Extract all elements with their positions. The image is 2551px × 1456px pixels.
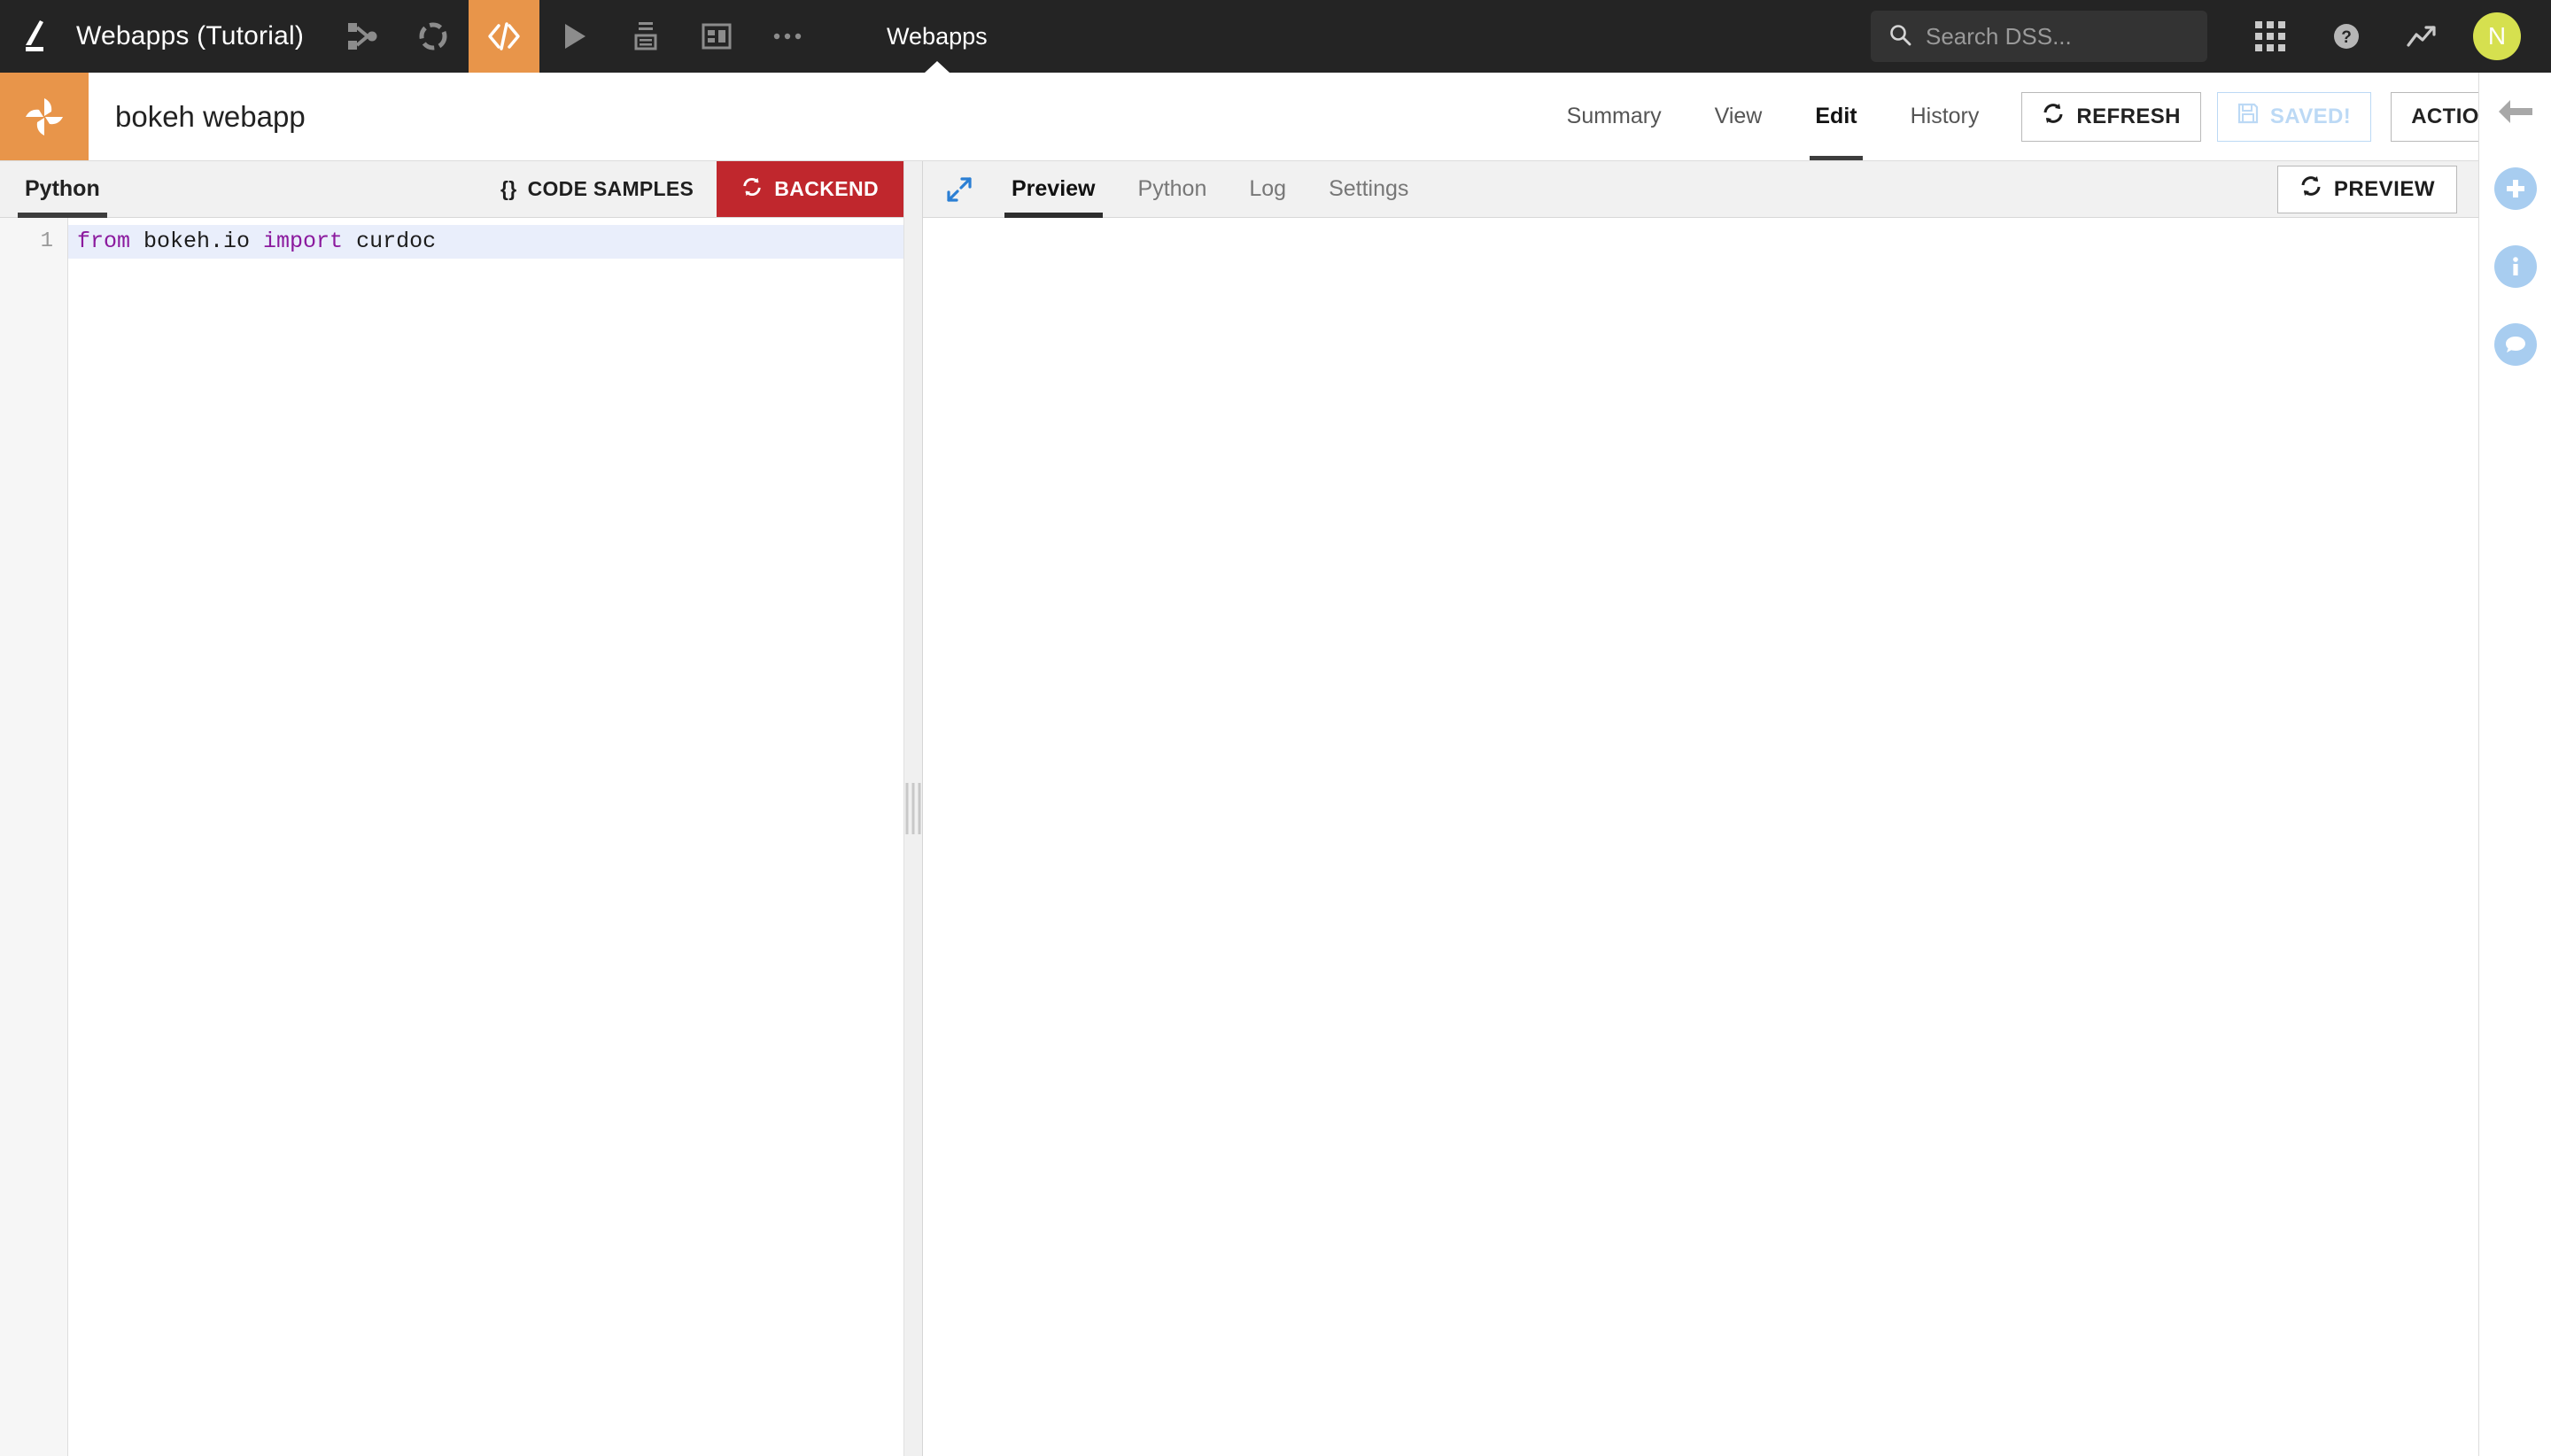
dataiku-logo-icon[interactable] — [0, 0, 76, 73]
backend-button-label: BACKEND — [774, 177, 879, 200]
tab-summary[interactable]: Summary — [1540, 73, 1688, 160]
preview-button-label: PREVIEW — [2333, 176, 2435, 201]
code-token-plain: bokeh.io — [130, 228, 264, 254]
saved-button[interactable]: SAVED! — [2216, 91, 2372, 142]
tab-history[interactable]: History — [1884, 73, 2006, 160]
code-icon[interactable] — [469, 0, 540, 73]
code-samples-button[interactable]: {} CODE SAMPLES — [477, 161, 717, 217]
editor-toolbar-right: {} CODE SAMPLES BACKEND — [477, 161, 903, 217]
layout-icon[interactable] — [681, 0, 752, 73]
refresh-icon — [2042, 102, 2065, 131]
info-icon[interactable] — [2493, 245, 2537, 288]
section-caret-icon — [924, 61, 950, 73]
app-subheader: bokeh webapp Summary View Edit History R… — [0, 73, 2551, 161]
preview-tab-log[interactable]: Log — [1228, 161, 1307, 217]
code-token-keyword: import — [263, 228, 344, 254]
activity-trend-icon[interactable] — [2384, 0, 2461, 73]
tab-view[interactable]: View — [1688, 73, 1789, 160]
nav-section-label-text: Webapps — [887, 22, 988, 50]
line-number: 1 — [40, 229, 53, 253]
splitter-grip-icon — [905, 783, 921, 834]
search-box[interactable] — [1871, 11, 2207, 62]
save-icon — [2237, 103, 2259, 130]
code-editor-panel: Python {} CODE SAMPLES BACKEND 1 from bo… — [0, 161, 903, 1456]
subheader-actions: Summary View Edit History REFRESH SAVED!… — [1540, 73, 2551, 160]
nav-icon-group — [327, 0, 823, 73]
preview-toolbar: Preview Python Log Settings PREVIEW — [923, 161, 2478, 218]
preview-body[interactable] — [923, 218, 2478, 1456]
preview-tab-preview[interactable]: Preview — [990, 161, 1117, 218]
lab-icon[interactable] — [610, 0, 681, 73]
back-arrow-icon[interactable] — [2496, 96, 2535, 132]
discussions-icon[interactable] — [2493, 323, 2537, 366]
project-title[interactable]: Webapps (Tutorial) — [76, 0, 327, 73]
help-icon[interactable]: ? — [2308, 0, 2384, 73]
refresh-button[interactable]: REFRESH — [2021, 91, 2201, 142]
editor-tab-python[interactable]: Python — [0, 161, 125, 218]
avatar[interactable]: N — [2473, 12, 2521, 60]
braces-icon: {} — [500, 177, 517, 200]
add-icon[interactable] — [2493, 167, 2537, 210]
editor-toolbar: Python {} CODE SAMPLES BACKEND — [0, 161, 903, 218]
preview-refresh-button[interactable]: PREVIEW — [2276, 165, 2457, 213]
code-line[interactable]: from bokeh.io import curdoc — [68, 225, 903, 259]
code-token-plain: curdoc — [343, 228, 437, 254]
flow-icon[interactable] — [327, 0, 398, 73]
svg-text:?: ? — [2341, 28, 2352, 47]
play-icon[interactable] — [539, 0, 610, 73]
more-icon[interactable] — [752, 0, 823, 73]
page-title: bokeh webapp — [115, 99, 306, 133]
preview-tab-python[interactable]: Python — [1117, 161, 1229, 217]
right-sidebar-rail — [2478, 73, 2551, 1456]
refresh-button-label: REFRESH — [2076, 104, 2181, 128]
top-nav-right-group: ? N — [1871, 0, 2551, 73]
search-icon — [1888, 23, 1911, 50]
code-token-keyword: from — [77, 228, 131, 254]
nav-section-label[interactable]: Webapps — [857, 0, 1018, 73]
top-navigation-bar: Webapps (Tutorial) Webapps Search DSS...… — [0, 0, 2551, 73]
panel-splitter[interactable] — [903, 161, 923, 1456]
code-lines[interactable]: from bokeh.io import curdoc — [68, 218, 903, 1456]
preview-refresh-icon — [2299, 174, 2322, 204]
dashboard-circle-icon[interactable] — [398, 0, 469, 73]
tab-edit[interactable]: Edit — [1788, 73, 1883, 160]
backend-restart-icon — [741, 176, 763, 203]
preview-panel: Preview Python Log Settings PREVIEW — [923, 161, 2478, 1456]
code-area[interactable]: 1 from bokeh.io import curdoc — [0, 218, 903, 1456]
webapp-shutter-icon — [0, 73, 89, 160]
code-samples-label: CODE SAMPLES — [527, 177, 694, 200]
expand-diagonal-icon[interactable] — [923, 161, 990, 217]
preview-toolbar-right: PREVIEW — [2276, 161, 2478, 217]
preview-tab-settings[interactable]: Settings — [1307, 161, 1430, 217]
line-number-gutter: 1 — [0, 218, 68, 1456]
search-input[interactable] — [1926, 22, 2190, 50]
saved-button-label: SAVED! — [2269, 104, 2352, 128]
apps-grid-icon[interactable] — [2232, 0, 2308, 73]
backend-button[interactable]: BACKEND — [717, 161, 903, 217]
